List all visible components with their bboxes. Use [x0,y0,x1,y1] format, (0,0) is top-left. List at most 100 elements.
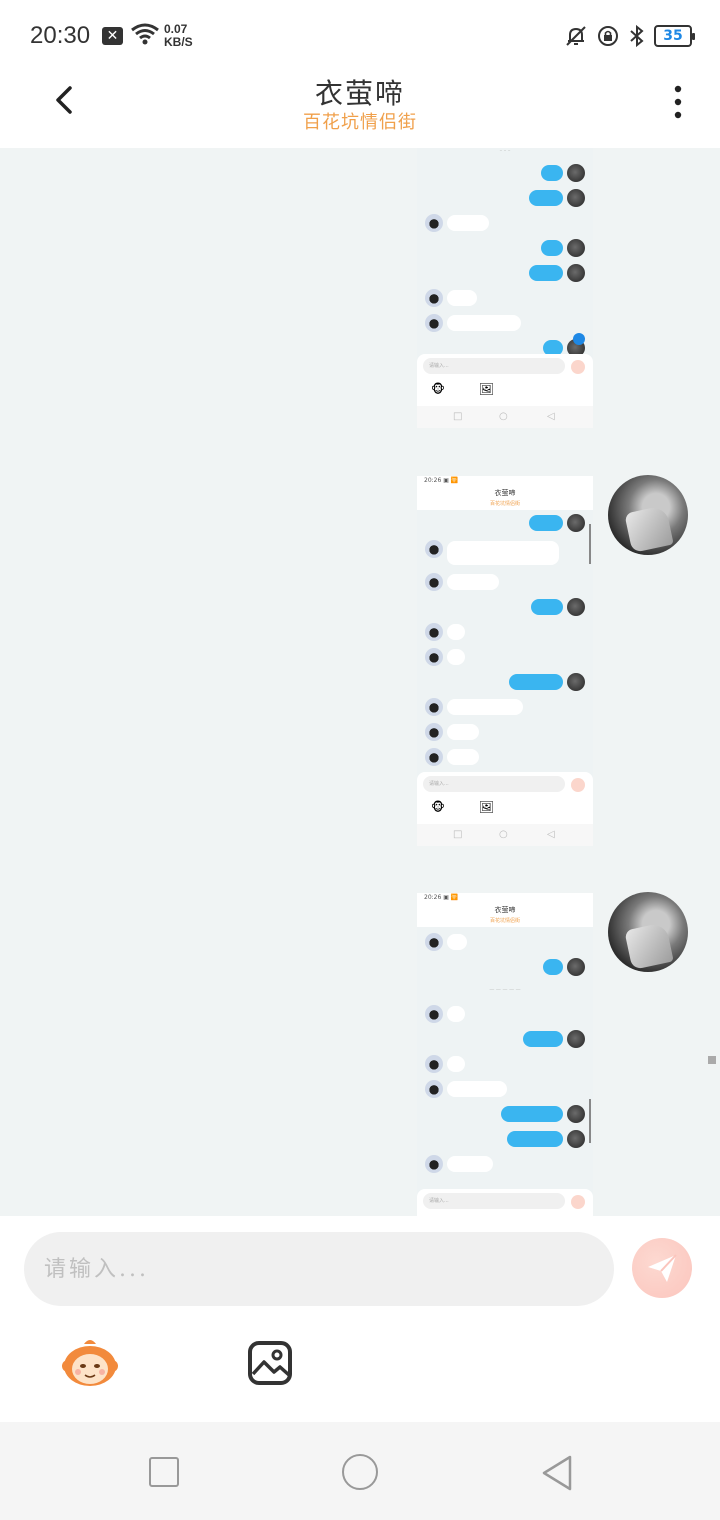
message-bubble [509,674,563,690]
message-bubble [529,265,563,281]
message-bubble [541,165,563,181]
chat-subtitle: 百花坑情侣街 [303,112,417,133]
avatar [425,1055,443,1073]
status-icons: 35 [564,22,695,50]
sender-avatar[interactable] [608,892,688,972]
wifi-icon [131,23,159,45]
recents-button[interactable] [149,1457,179,1487]
message-input[interactable] [24,1232,614,1306]
mini-header: 衣萤啼 百花坑情侣街 [417,486,593,510]
image-message[interactable]: 20:26 ▣ 🛜 衣萤啼 百花坑情侣街 请输入... 🐵 🖼 □ ○ ◁ [417,476,593,846]
mini-tools: 🐵 🖼 [431,382,494,396]
avatar [567,264,585,282]
message-bubble [447,315,521,331]
avatar [425,1005,443,1023]
mini-input-panel: 请输入... 🐵 🖼 [417,772,593,824]
message-bubble [447,290,477,306]
scrollbar-thumb[interactable] [708,1056,716,1064]
message-bubble [529,190,563,206]
send-button[interactable] [632,1238,692,1298]
avatar [567,189,585,207]
avatar [567,598,585,616]
mini-tools: 🐵 🖼 [431,800,494,814]
mini-nav-bar: □ ○ ◁ [417,406,593,428]
message-bubble [531,599,563,615]
battery-icon: 35 [654,25,695,47]
list-item [417,1105,593,1123]
avatar [425,314,443,332]
net-speed: 0.07 KB/S [164,23,193,49]
message-bubble [529,515,563,531]
avatar [425,698,443,716]
chat-header: 衣萤啼 百花坑情侣街 [0,72,720,148]
message-bubble [447,215,489,231]
avatar [425,1080,443,1098]
avatar [425,723,443,741]
mini-nav-bar: □ ○ ◁ [417,824,593,846]
list-item [417,1155,593,1173]
touch-indicator [573,333,585,345]
avatar [567,239,585,257]
avatar [567,1030,585,1048]
mini-subtitle: 百花坑情侣街 [489,501,520,507]
mini-scrollbar [589,1099,591,1143]
image-message[interactable]: – – – 请输入... 🐵 🖼 □ ○ ◁ [417,148,593,428]
list-item [417,698,593,716]
list-item [417,673,593,691]
list-item [417,189,593,207]
message-bubble [447,1156,493,1172]
avatar [567,1105,585,1123]
more-options-icon[interactable] [670,84,686,120]
back-nav-button[interactable] [540,1454,574,1492]
sender-avatar[interactable] [608,475,688,555]
list-item [417,164,593,182]
message-bubble [447,1056,465,1072]
list-item [417,623,593,641]
avatar [425,648,443,666]
list-item [417,1080,593,1098]
list-item [417,314,593,332]
list-item [417,264,593,282]
list-item [417,289,593,307]
paper-plane-icon [648,1254,677,1282]
divider: — — — — — [489,987,521,993]
home-button[interactable] [342,1454,378,1490]
mini-send-icon [571,360,585,374]
avatar [567,958,585,976]
mini-subtitle: 百花坑情侣街 [489,918,520,924]
message-bubble [447,1006,465,1022]
message-bubble [447,649,465,665]
list-item [417,723,593,741]
avatar [425,214,443,232]
avatar [425,540,443,558]
list-item [417,1130,593,1148]
list-item [417,598,593,616]
image-icon[interactable] [247,1340,293,1386]
message-bubble [447,1081,507,1097]
mini-status-bar: 20:26 ▣ 🛜 [417,476,593,486]
divider: – – – [499,148,511,154]
mini-title: 衣萤啼 [494,906,516,914]
message-bubble [541,240,563,256]
mini-send-icon [571,778,585,792]
list-item [417,239,593,257]
list-item [417,933,593,951]
list-item [417,540,593,566]
avatar [567,1130,585,1148]
bluetooth-icon [630,24,644,48]
mini-input: 请输入... [423,776,565,792]
list-item [417,1005,593,1023]
avatar [567,673,585,691]
avatar [425,933,443,951]
message-bubble [447,934,467,950]
avatar [425,748,443,766]
image-message[interactable]: 20:26 ▣ 🛜 衣萤啼 百花坑情侣街 — — — — — 请输入... [417,893,593,1216]
avatar [425,1155,443,1173]
emoji-icon[interactable] [60,1336,120,1388]
message-bubble [447,541,559,565]
mini-input-panel: 请输入... 🐵 🖼 [417,354,593,406]
message-bubble [447,699,523,715]
list-item [417,648,593,666]
avatar [425,573,443,591]
chat-message-list[interactable]: – – – 请输入... 🐵 🖼 □ ○ ◁ 20:26 ▣ 🛜 衣萤啼 百花坑… [0,148,720,1216]
